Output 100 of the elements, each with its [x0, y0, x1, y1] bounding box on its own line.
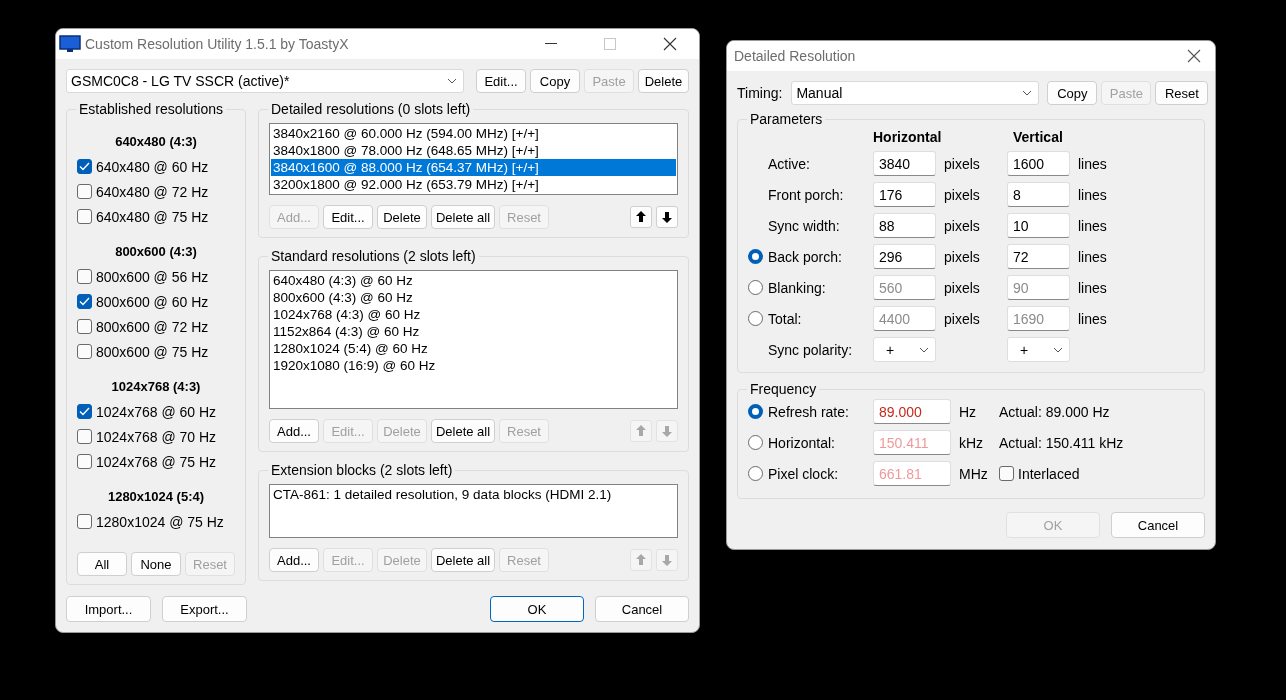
arrow-down-icon	[661, 424, 673, 438]
timing-dropdown[interactable]: Manual	[791, 81, 1040, 105]
list-item[interactable]: 3200x1800 @ 92.000 Hz (653.79 MHz) [+/+]	[271, 176, 676, 193]
close-icon[interactable]	[1187, 49, 1201, 63]
button[interactable]: Delete	[638, 69, 689, 93]
close-icon[interactable]	[663, 37, 677, 51]
group-title: Extension blocks (2 slots left)	[270, 462, 454, 478]
list-box[interactable]: CTA-861: 1 detailed resolution, 9 data blocks (HDMI 2.1)	[269, 484, 678, 538]
button[interactable]: Delete all	[431, 548, 495, 572]
group-heading: 800x600 (4:3)	[114, 243, 198, 261]
checkbox-label[interactable]: 640x480 @ 60 Hz	[96, 158, 209, 175]
input-field[interactable]: 1600	[1007, 151, 1070, 176]
button[interactable]: Add...	[269, 548, 319, 572]
input-field[interactable]: 3840	[873, 151, 936, 176]
button[interactable]: Add...	[269, 419, 319, 443]
field-label: Horizontal:	[768, 434, 836, 451]
window-title: Detailed Resolution	[734, 48, 856, 64]
list-item[interactable]: 1152x864 (4:3) @ 60 Hz	[271, 323, 676, 340]
button[interactable]: OK	[490, 596, 584, 622]
input-field[interactable]: 88	[873, 213, 936, 238]
checkbox-label[interactable]: 800x600 @ 56 Hz	[96, 268, 209, 285]
checkbox[interactable]	[77, 454, 92, 469]
list-item[interactable]: 3840x1600 @ 88.000 Hz (654.37 MHz) [+/+]	[271, 159, 676, 176]
button[interactable]: Export...	[162, 596, 247, 622]
field-label: Front porch:	[768, 186, 845, 203]
polarity-dropdown[interactable]: +	[1007, 337, 1070, 362]
checkbox-label[interactable]: 1024x768 @ 60 Hz	[96, 403, 217, 420]
button[interactable]: Delete all	[431, 205, 495, 229]
unit-label: kHz	[958, 434, 985, 451]
unit-label: lines	[1077, 248, 1108, 265]
input-field[interactable]: 89.000	[873, 399, 951, 424]
checkbox[interactable]	[77, 404, 92, 419]
input-field[interactable]: 10	[1007, 213, 1070, 238]
checkbox[interactable]	[77, 344, 92, 359]
checkbox[interactable]	[77, 159, 92, 174]
radio-button[interactable]	[748, 249, 763, 264]
monitor-icon	[59, 35, 81, 53]
group-heading: 1024x768 (4:3)	[110, 378, 202, 396]
list-item[interactable]: 3840x1800 @ 78.000 Hz (648.65 MHz) [+/+]	[271, 142, 676, 159]
checkbox-label[interactable]: 800x600 @ 60 Hz	[96, 293, 209, 310]
checkbox-label[interactable]: 1024x768 @ 75 Hz	[96, 453, 217, 470]
list-box[interactable]: 3840x2160 @ 60.000 Hz (594.00 MHz) [+/+] 3840x1800 @ 78.000 Hz (648.65 MHz) [+/+] 3840x1600 @ 88.000 Hz (654.37 MHz) [+/+] 3200x1800 @ 92.000 Hz (653.79 MHz) [+/+]	[269, 123, 678, 195]
button[interactable]: All	[77, 552, 127, 576]
button[interactable]: Edit...	[476, 69, 526, 93]
checkbox[interactable]	[77, 209, 92, 224]
list-item[interactable]: 1920x1080 (16:9) @ 60 Hz	[271, 357, 676, 374]
checkbox-label[interactable]: 800x600 @ 75 Hz	[96, 343, 209, 360]
field-label: Refresh rate:	[768, 403, 850, 420]
actual-value: Actual: 89.000 Hz	[999, 403, 1111, 420]
check-icon	[79, 407, 90, 416]
checkbox[interactable]	[77, 184, 92, 199]
field-label: Total:	[768, 310, 803, 327]
button[interactable]: Reset	[1155, 81, 1209, 105]
unit-label: Hz	[958, 403, 978, 420]
button[interactable]: Cancel	[595, 596, 689, 622]
list-item[interactable]: 3840x2160 @ 60.000 Hz (594.00 MHz) [+/+]	[271, 125, 676, 142]
checkbox-label[interactable]: 640x480 @ 72 Hz	[96, 183, 209, 200]
device-dropdown[interactable]: GSMC0C8 - LG TV SSCR (active)*	[66, 69, 464, 93]
list-box[interactable]: 640x480 (4:3) @ 60 Hz 800x600 (4:3) @ 60 Hz 1024x768 (4:3) @ 60 Hz 1152x864 (4:3) @ 60 Hz 1280x1024 (5:4) @ 60 Hz 1920x1080 (16:9) @ 60 Hz	[269, 270, 678, 409]
button[interactable]: Edit...	[323, 205, 373, 229]
timing-label: Timing:	[737, 85, 783, 101]
arrow-down-icon	[661, 210, 673, 224]
checkbox[interactable]	[77, 294, 92, 309]
unit-label: pixels	[943, 217, 981, 234]
checkbox[interactable]	[77, 514, 92, 529]
move-down-button[interactable]	[656, 206, 678, 228]
button[interactable]: Copy	[1047, 81, 1098, 105]
chevron-down-icon	[1053, 346, 1063, 353]
checkbox-label[interactable]: 1024x768 @ 70 Hz	[96, 428, 217, 445]
list-item[interactable]: 1024x768 (4:3) @ 60 Hz	[271, 306, 676, 323]
list-item[interactable]: 640x480 (4:3) @ 60 Hz	[271, 272, 676, 289]
button[interactable]: Delete all	[431, 419, 495, 443]
checkbox[interactable]	[77, 269, 92, 284]
button[interactable]: Cancel	[1111, 512, 1205, 538]
button[interactable]: Import...	[66, 596, 151, 622]
list-item[interactable]: 1280x1024 (5:4) @ 60 Hz	[271, 340, 676, 357]
button[interactable]: Delete	[377, 205, 427, 229]
input-field[interactable]: 72	[1007, 244, 1070, 269]
input-field[interactable]: 296	[873, 244, 936, 269]
input-field[interactable]: 8	[1007, 182, 1070, 207]
list-item[interactable]: 800x600 (4:3) @ 60 Hz	[271, 289, 676, 306]
chevron-down-icon	[1022, 90, 1033, 96]
button[interactable]: Copy	[530, 69, 580, 93]
checkbox[interactable]	[77, 319, 92, 334]
input-field[interactable]: 176	[873, 182, 936, 207]
minimize-icon[interactable]	[545, 43, 557, 45]
checkbox-label[interactable]: 640x480 @ 75 Hz	[96, 208, 209, 225]
checkbox-label[interactable]: 1280x1024 @ 75 Hz	[96, 513, 224, 530]
list-item[interactable]: CTA-861: 1 detailed resolution, 9 data blocks (HDMI 2.1)	[271, 486, 676, 503]
check-icon	[79, 162, 90, 171]
group-title: Detailed resolutions (0 slots left)	[270, 101, 472, 117]
window-title: Custom Resolution Utility 1.5.1 by ToastyX	[85, 36, 349, 52]
unit-label: lines	[1077, 155, 1108, 172]
checkbox-label[interactable]: 800x600 @ 72 Hz	[96, 318, 209, 335]
polarity-dropdown[interactable]: +	[873, 337, 936, 362]
checkbox[interactable]	[77, 429, 92, 444]
radio-button[interactable]	[748, 404, 763, 419]
button[interactable]: None	[131, 552, 181, 576]
group-title: Parameters	[749, 111, 824, 127]
move-up-button[interactable]	[630, 206, 652, 228]
